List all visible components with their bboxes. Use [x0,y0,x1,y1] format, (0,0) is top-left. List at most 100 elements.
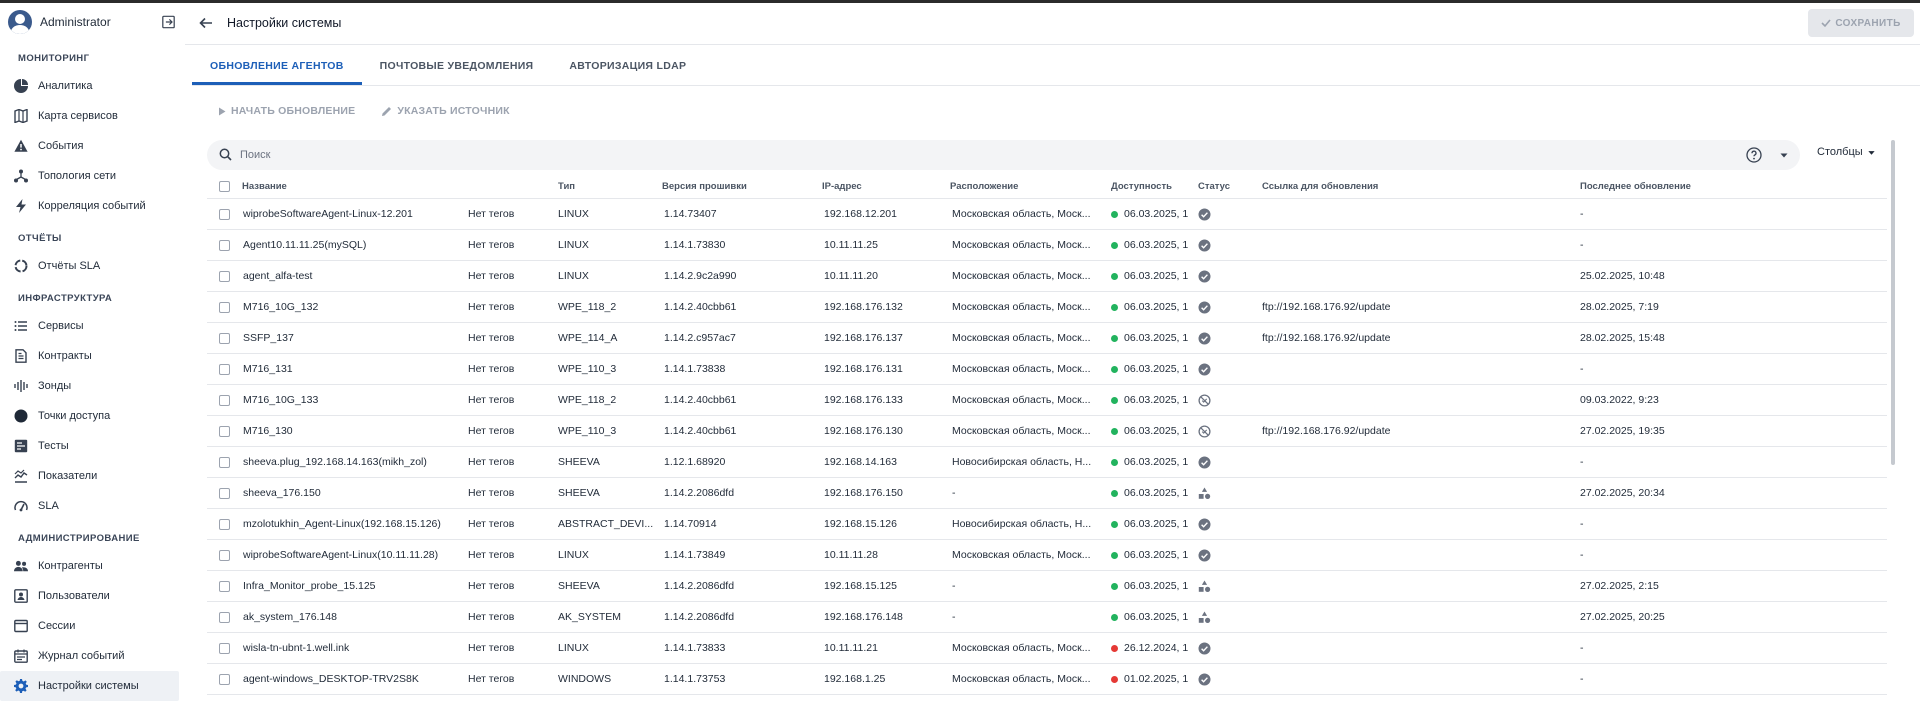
set-source-button[interactable]: УКАЗАТЬ ИСТОЧНИК [381,105,510,117]
row-checkbox[interactable] [219,425,230,437]
table-row[interactable]: M716_130 Нет тегов WPE_110_3 1.14.2.40cbb61… [207,416,1887,447]
table-row[interactable]: sheeva.plug_192.168.14.163(mikh_zol) Нет … [207,447,1887,478]
sidebar-item[interactable]: Аналитика [0,71,185,101]
sidebar-item[interactable]: Журнал событий [0,641,185,671]
table-row[interactable]: M716_10G_132 Нет тегов WPE_118_2 1.14.2.40c… [207,292,1887,323]
row-checkbox[interactable] [219,611,230,623]
availability-text: 06.03.2025, 1 [1124,270,1189,282]
cell-type: ABSTRACT_DEVI... [558,518,654,530]
sidebar-item[interactable]: SLA [0,491,185,521]
row-checkbox[interactable] [219,208,230,220]
cell-status [1198,487,1262,500]
sidebar-item[interactable]: Контрагенты [0,551,185,581]
table-row[interactable]: wisla-tn-ubnt-1.well.ink Нет тегов LINUX 1.… [207,633,1887,664]
table-row[interactable]: Infra_Monitor_probe_15.125 Нет тегов SHEEV… [207,571,1887,602]
row-checkbox[interactable] [219,239,230,251]
user-name: Administrator [40,15,111,29]
row-checkbox[interactable] [219,456,230,468]
sidebar-item[interactable]: Корреляция событий [0,191,185,221]
cell-location: Московская область, Моск... [952,332,1091,344]
cell-tags: Нет тегов [468,239,515,251]
row-checkbox[interactable] [219,642,230,654]
back-arrow-icon[interactable] [199,16,213,30]
status-ok-icon [1198,363,1211,375]
sidebar-item[interactable]: Показатели [0,461,185,491]
select-all-checkbox[interactable] [219,181,230,192]
table-row[interactable]: wiprobeSoftwareAgent-Linux-12.201 Нет тег… [207,199,1887,230]
col-header-update-link[interactable]: Ссылка для обновления [1262,181,1580,192]
table-scrollbar[interactable] [1891,140,1895,465]
cell-location: Московская область, Моск... [952,673,1091,685]
sidebar-item[interactable]: Топология сети [0,161,185,191]
sidebar-item[interactable]: Карта сервисов [0,101,185,131]
avatar[interactable] [8,10,32,34]
table-body: wiprobeSoftwareAgent-Linux-12.201 Нет тег… [207,199,1887,695]
sidebar-item[interactable]: Сессии [0,611,185,641]
sidebar-item[interactable]: Сервисы [0,311,185,341]
search-input[interactable] [240,145,1540,165]
table-row[interactable]: Agent10.11.11.25(mySQL) Нет тегов LINUX 1.1… [207,230,1887,261]
table-row[interactable]: SSFP_137 Нет тегов WPE_114_A 1.14.2.c957ac7… [207,323,1887,354]
col-header-firmware[interactable]: Версия прошивки [662,181,822,192]
row-checkbox[interactable] [219,363,230,375]
row-checkbox[interactable] [219,580,230,592]
chevron-down-icon[interactable] [1779,150,1789,160]
col-header-last-update[interactable]: Последнее обновление [1580,181,1780,192]
col-header-availability[interactable]: Доступность [1111,181,1198,192]
help-icon[interactable] [1746,147,1762,163]
cell-status [1198,580,1262,593]
row-checkbox[interactable] [219,487,230,499]
tab-mail-notifications[interactable]: ПОЧТОВЫЕ УВЕДОМЛЕНИЯ [362,54,552,85]
sidebar-item[interactable]: Тесты [0,431,185,461]
logout-icon[interactable] [161,15,176,29]
cell-firmware: 1.14.2.c957ac7 [664,332,736,344]
row-checkbox[interactable] [219,673,230,685]
sidebar-item-label: Точки доступа [38,410,111,422]
cell-tags: Нет тегов [468,425,515,437]
row-select-cell [207,301,242,313]
tab-agent-update[interactable]: ОБНОВЛЕНИЕ АГЕНТОВ [192,54,362,85]
row-checkbox[interactable] [219,518,230,530]
row-select-cell [207,425,242,437]
col-header-status[interactable]: Статус [1198,181,1262,192]
col-header-name[interactable]: Название [242,181,468,192]
col-header-location[interactable]: Расположение [950,181,1111,192]
row-checkbox[interactable] [219,394,230,406]
columns-button[interactable]: Столбцы [1817,146,1876,158]
cell-location: Московская область, Моск... [952,394,1091,406]
row-checkbox[interactable] [219,549,230,561]
page-title: Настройки системы [227,16,342,30]
table-row[interactable]: agent_alfa-test Нет тегов LINUX 1.14.2.9c2a… [207,261,1887,292]
save-button[interactable]: СОХРАНИТЬ [1808,9,1914,37]
table-row[interactable]: M716_131 Нет тегов WPE_110_3 1.14.1.73838 19… [207,354,1887,385]
table-row[interactable]: mzolotukhin_Agent-Linux(192.168.15.126) Н… [207,509,1887,540]
row-checkbox[interactable] [219,270,230,282]
col-header-type[interactable]: Тип [558,181,662,192]
start-update-button[interactable]: НАЧАТЬ ОБНОВЛЕНИЕ [218,105,355,117]
availability-text: 06.03.2025, 1 [1124,580,1189,592]
sidebar-item[interactable]: Точки доступа [0,401,185,431]
list-icon [13,318,29,334]
sidebar-item[interactable]: Отчёты SLA [0,251,185,281]
sidebar-item[interactable]: События [0,131,185,161]
row-checkbox[interactable] [219,301,230,313]
table-row[interactable]: ak_system_176.148 Нет тегов AK_SYSTEM 1.14.… [207,602,1887,633]
user-header: Administrator [0,3,185,41]
table-row[interactable]: M716_10G_133 Нет тегов WPE_118_2 1.14.2.40c… [207,385,1887,416]
row-checkbox[interactable] [219,332,230,344]
sidebar-item[interactable]: Настройки системы [0,671,179,701]
cell-location: Московская область, Моск... [952,208,1091,220]
cell-location: Московская область, Моск... [952,239,1091,251]
sidebar-item[interactable]: Зонды [0,371,185,401]
cell-status [1198,393,1262,407]
col-header-ip[interactable]: IP-адрес [822,181,950,192]
sidebar-item[interactable]: Пользователи [0,581,185,611]
table-row[interactable]: agent-windows_DESKTOP-TRV2S8K Нет тегов WI… [207,664,1887,695]
cell-location: Новосибирская область, Н... [952,518,1092,530]
cell-last-update: 27.02.2025, 20:34 [1580,487,1665,499]
table-row[interactable]: sheeva_176.150 Нет тегов SHEEVA 1.14.2.2086… [207,478,1887,509]
table-row[interactable]: wiprobeSoftwareAgent-Linux(10.11.11.28) Н… [207,540,1887,571]
cell-status [1198,424,1262,438]
tab-ldap-auth[interactable]: АВТОРИЗАЦИЯ LDAP [551,54,704,85]
sidebar-item[interactable]: Контракты [0,341,185,371]
